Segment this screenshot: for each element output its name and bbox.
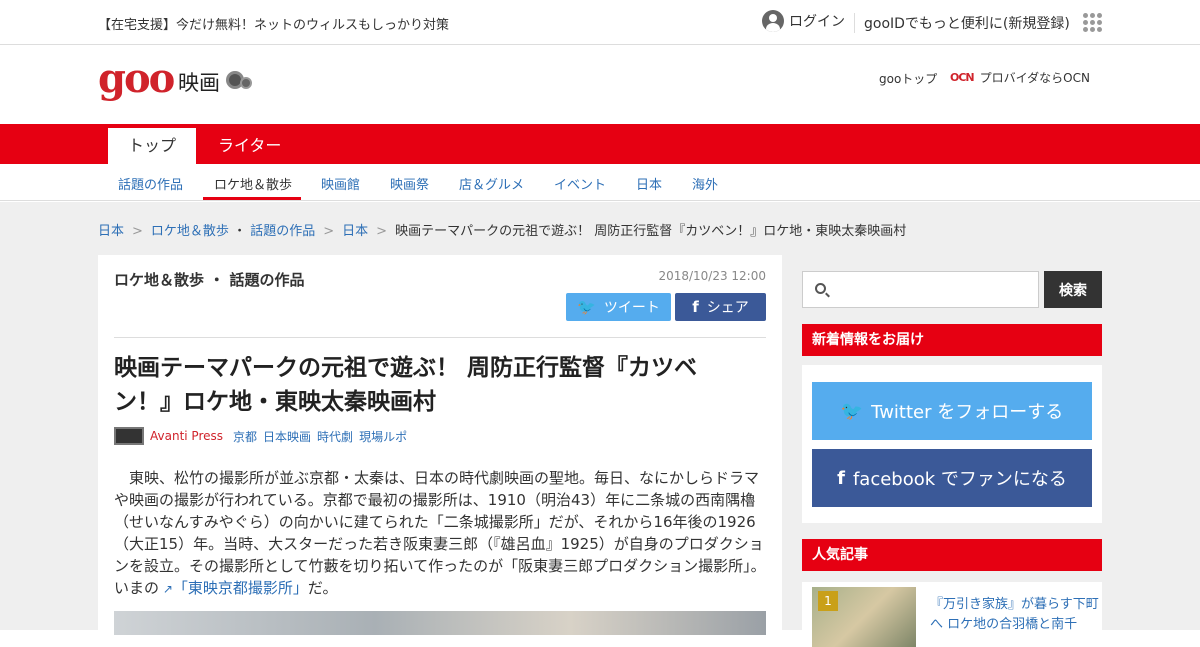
share-button[interactable]: f シェア xyxy=(675,293,766,321)
site-header: goo 映画 gooトップ OCN プロバイダならOCN xyxy=(0,45,1200,124)
rank-badge: 1 xyxy=(818,591,838,611)
login-label: ログイン xyxy=(789,14,845,30)
tab-writer[interactable]: ライター xyxy=(198,128,301,164)
promo-link[interactable]: 【在宅支援】今だけ無料！ネットのウィルスもしっかり対策 xyxy=(98,14,449,33)
popular-heading: 人気記事 xyxy=(802,539,1102,571)
twitter-follow-label: Twitter をフォローする xyxy=(871,402,1064,423)
author-thumbnail xyxy=(114,427,144,445)
tag-link[interactable]: 日本映画 xyxy=(263,428,311,445)
article-date: 2018/10/23 12:00 xyxy=(658,269,766,283)
tag-link[interactable]: 京都 xyxy=(233,428,257,445)
login-link[interactable]: ログイン xyxy=(762,10,845,32)
article-title: 映画テーマパークの元祖で遊ぶ！ 周防正行監督『カツベン！』ロケ地・東映太秦映画村 xyxy=(114,355,698,415)
search-input[interactable] xyxy=(802,271,1039,308)
tag-link[interactable]: 現場ルポ xyxy=(359,428,407,445)
search-button[interactable]: 検索 xyxy=(1044,271,1102,308)
article-body: 東映、松竹の撮影所が並ぶ京都・太秦は、日本の時代劇映画の聖地。毎日、なにかしらド… xyxy=(114,467,766,600)
divider xyxy=(114,337,766,338)
twitter-icon: 🐦 xyxy=(840,400,864,422)
news-heading: 新着情報をお届け xyxy=(802,324,1102,356)
subnav-item-overseas[interactable]: 海外 xyxy=(692,174,718,193)
subnav-item-topics[interactable]: 話題の作品 xyxy=(118,174,183,193)
tab-top[interactable]: トップ xyxy=(108,128,197,164)
tweet-label: ツイート xyxy=(603,300,660,316)
breadcrumb-japan-2[interactable]: 日本 xyxy=(342,224,368,239)
popular-thumbnail[interactable]: 1 xyxy=(812,587,916,647)
apps-grid-icon[interactable] xyxy=(1083,13,1102,32)
article-photo xyxy=(114,611,766,635)
tweet-button[interactable]: 🐦 ツイート xyxy=(566,293,671,321)
facebook-icon: f xyxy=(837,467,845,489)
breadcrumb-current: 映画テーマパークの元祖で遊ぶ！ 周防正行監督『カツベン！』ロケ地・東映太秦映画村 xyxy=(395,224,907,239)
follow-box: 🐦 Twitter をフォローする f facebook でファンになる xyxy=(802,365,1102,523)
breadcrumb-japan[interactable]: 日本 xyxy=(98,224,124,239)
tag-link[interactable]: 時代劇 xyxy=(317,428,353,445)
goo-logo[interactable]: goo xyxy=(98,55,175,102)
breadcrumb-separator: > xyxy=(376,224,388,239)
ocn-label: プロバイダならOCN xyxy=(979,71,1090,85)
subnav-item-location[interactable]: ロケ地＆散歩 xyxy=(214,174,292,193)
ocn-link[interactable]: OCN プロバイダならOCN xyxy=(950,69,1090,86)
ocn-logo-icon: OCN xyxy=(950,71,975,84)
toei-studio-link[interactable]: 「東映京都撮影所」 xyxy=(173,579,308,597)
body-text: 東映、松竹の撮影所が並ぶ京都・太秦は、日本の時代劇映画の聖地。毎日、なにかしらド… xyxy=(114,469,766,597)
subnav-item-japan[interactable]: 日本 xyxy=(636,174,662,193)
external-link-icon: ↗ xyxy=(159,582,173,596)
facebook-fan-button[interactable]: f facebook でファンになる xyxy=(812,449,1092,507)
breadcrumb-topics[interactable]: 話題の作品 xyxy=(250,224,315,239)
breadcrumb-dot: ・ xyxy=(233,224,247,239)
search-icon xyxy=(815,283,826,294)
breadcrumb-location[interactable]: ロケ地＆散歩 xyxy=(151,224,229,239)
film-reel-icon xyxy=(226,67,254,91)
goo-top-link[interactable]: gooトップ xyxy=(879,70,937,87)
divider xyxy=(854,13,855,33)
subnav-item-event[interactable]: イベント xyxy=(554,174,606,193)
body-text-end: だ。 xyxy=(307,579,338,597)
breadcrumb: 日本 > ロケ地＆散歩 ・ 話題の作品 > 日本 > 映画テーマパークの元祖で遊ぶ！ 周防正… xyxy=(98,220,906,239)
eiga-label: 映画 xyxy=(178,71,220,95)
breadcrumb-separator: > xyxy=(323,224,335,239)
user-icon xyxy=(762,10,784,32)
main-tabs: トップ ライター xyxy=(0,124,1200,164)
breadcrumb-separator: > xyxy=(132,224,143,239)
popular-article-link[interactable]: 『万引き家族』が暮らす下町へ ロケ地の合羽橋と南千 xyxy=(930,595,1100,635)
article: ロケ地＆散歩 ・ 話題の作品 2018/10/23 12:00 🐦 ツイート fシ… xyxy=(98,255,782,635)
article-meta: Avanti Press 京都 日本映画 時代劇 現場ルポ xyxy=(114,427,413,445)
active-indicator xyxy=(203,197,301,200)
facebook-icon: f xyxy=(692,298,699,316)
author-link[interactable]: Avanti Press xyxy=(150,429,223,443)
top-bar: 【在宅支援】今だけ無料！ネットのウィルスもしっかり対策 ログイン gooIDでも… xyxy=(0,0,1200,45)
share-label: シェア xyxy=(706,300,749,316)
register-link[interactable]: gooIDでもっと便利に(新規登録) xyxy=(864,13,1070,33)
subnav-item-theater[interactable]: 映画館 xyxy=(321,174,360,193)
subnav-item-festival[interactable]: 映画祭 xyxy=(390,174,429,193)
twitter-follow-button[interactable]: 🐦 Twitter をフォローする xyxy=(812,382,1092,440)
facebook-fan-label: facebook でファンになる xyxy=(852,469,1067,490)
subnav-item-gourmet[interactable]: 店＆グルメ xyxy=(459,174,524,193)
popular-list: 1 『万引き家族』が暮らす下町へ ロケ地の合羽橋と南千 xyxy=(802,582,1102,647)
sub-navigation: 話題の作品 ロケ地＆散歩 映画館 映画祭 店＆グルメ イベント 日本 海外 xyxy=(0,164,1200,201)
article-category: ロケ地＆散歩 ・ 話題の作品 xyxy=(114,271,305,289)
twitter-icon: 🐦 xyxy=(577,298,596,316)
